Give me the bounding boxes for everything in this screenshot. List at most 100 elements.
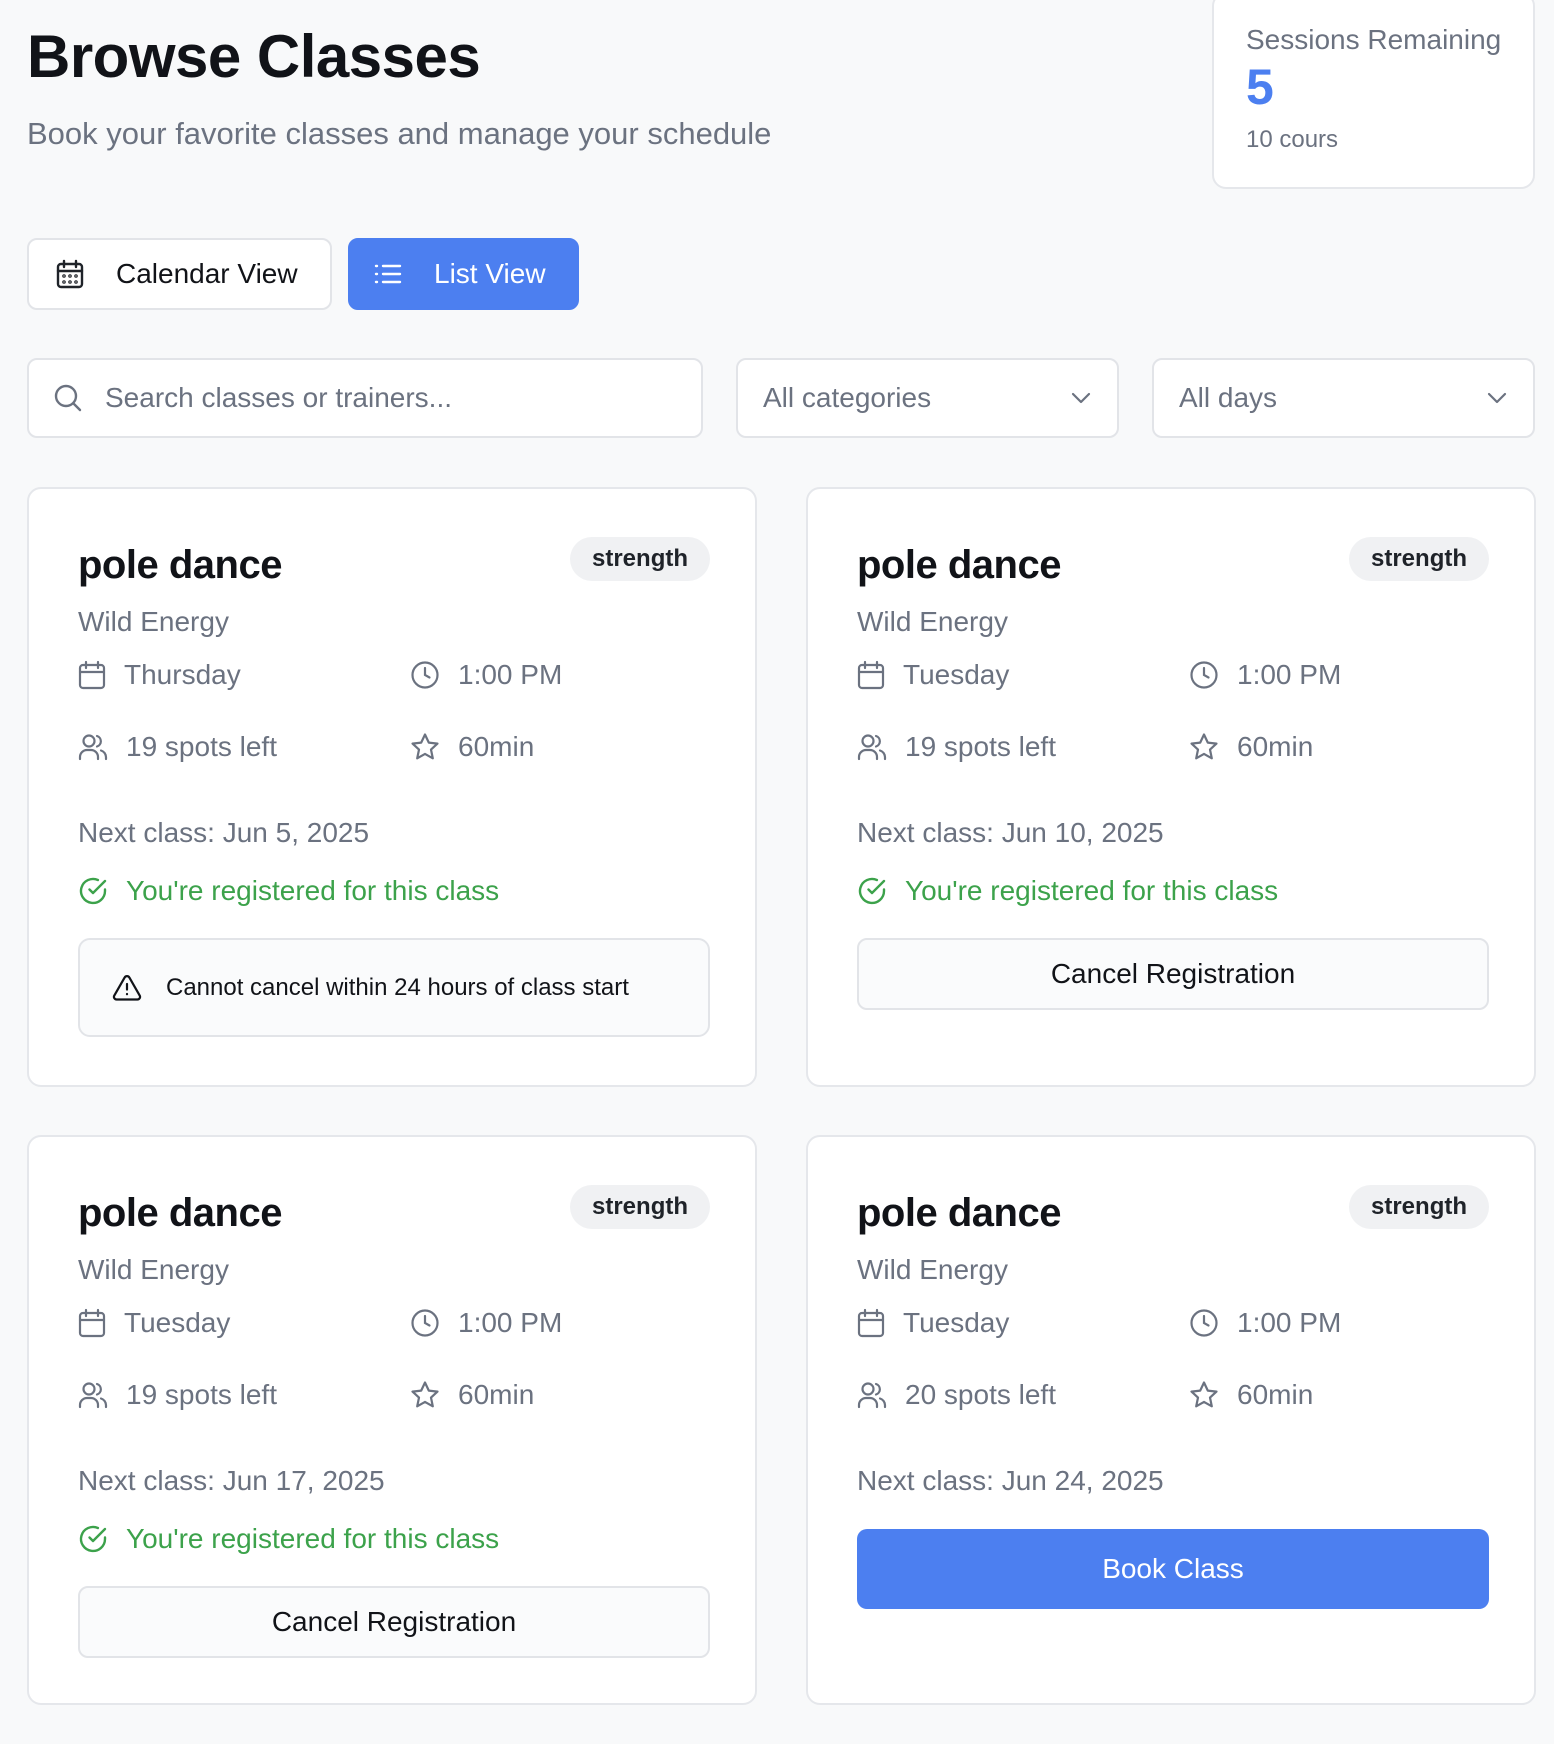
chevron-down-icon (1487, 392, 1507, 404)
clock-icon (411, 661, 439, 689)
registered-status-text: You're registered for this class (905, 875, 1279, 906)
class-spots: 19 spots left (857, 731, 1056, 763)
cancel-warning-text: Cannot cancel within 24 hours of class s… (166, 973, 629, 1001)
search-box (27, 358, 703, 438)
class-day-text: Thursday (124, 659, 241, 690)
category-badge: strength (1349, 1185, 1489, 1229)
class-duration: 60min (1189, 1379, 1313, 1411)
sessions-total: 10 cours (1246, 126, 1339, 153)
class-day-text: Tuesday (903, 1307, 1010, 1338)
day-select-value: All days (1179, 382, 1278, 413)
class-duration-text: 60min (1237, 731, 1314, 762)
class-time: 1:00 PM (410, 1307, 562, 1339)
registered-status: You're registered for this class (78, 875, 499, 907)
users-icon (78, 734, 108, 761)
class-card: pole dance strength Wild Energy Tuesday … (806, 1135, 1536, 1705)
calendar-icon (857, 660, 885, 690)
category-badge: strength (570, 537, 710, 581)
calendar-icon (56, 259, 84, 289)
calendar-view-label: Calendar View (116, 258, 298, 289)
next-class-date: Next class: Jun 24, 2025 (857, 1465, 1164, 1496)
clock-icon (411, 1309, 439, 1337)
class-spots: 19 spots left (78, 731, 277, 763)
next-class-date: Next class: Jun 5, 2025 (78, 817, 370, 848)
class-day: Thursday (78, 659, 241, 691)
category-select[interactable]: All categories (736, 358, 1119, 438)
class-duration: 60min (410, 731, 534, 763)
class-card: pole dance strength Wild Energy Tuesday … (806, 487, 1536, 1087)
cancel-warning: Cannot cancel within 24 hours of class s… (78, 938, 710, 1037)
trainer-name: Wild Energy (857, 1254, 1008, 1285)
page-title: Browse Classes (27, 23, 481, 90)
next-class-date: Next class: Jun 17, 2025 (78, 1465, 385, 1496)
clock-icon (1190, 661, 1218, 689)
calendar-icon (857, 1308, 885, 1338)
calendar-icon (78, 1308, 106, 1338)
class-time: 1:00 PM (410, 659, 562, 691)
category-select-value: All categories (763, 382, 932, 413)
class-day: Tuesday (78, 1307, 230, 1339)
chevron-down-icon (1071, 392, 1091, 404)
calendar-icon (78, 660, 106, 690)
class-spots-text: 19 spots left (905, 731, 1056, 762)
class-duration-text: 60min (1237, 1379, 1314, 1410)
page-subtitle: Book your favorite classes and manage yo… (27, 116, 772, 151)
class-name: pole dance (78, 1191, 282, 1235)
trainer-name: Wild Energy (857, 606, 1008, 637)
class-time-text: 1:00 PM (1237, 659, 1342, 690)
class-day: Tuesday (857, 659, 1009, 691)
list-view-label: List View (434, 258, 546, 289)
class-spots-text: 20 spots left (905, 1379, 1056, 1410)
class-time: 1:00 PM (1189, 1307, 1341, 1339)
users-icon (78, 1382, 108, 1409)
registered-status-text: You're registered for this class (126, 875, 500, 906)
cancel-registration-button[interactable]: Cancel Registration (78, 1586, 710, 1658)
category-badge: strength (570, 1185, 710, 1229)
book-class-button[interactable]: Book Class (857, 1529, 1489, 1609)
list-icon (374, 264, 402, 284)
star-icon (1190, 733, 1218, 760)
users-icon (857, 734, 887, 761)
alert-triangle-icon (112, 974, 142, 1001)
search-input[interactable] (105, 382, 665, 414)
class-card: pole dance strength Wild Energy Thursday… (27, 487, 757, 1087)
star-icon (411, 1381, 439, 1408)
class-day-text: Tuesday (903, 659, 1010, 690)
sessions-remaining-card: Sessions Remaining 5 10 cours (1212, 0, 1535, 189)
registered-status-text: You're registered for this class (126, 1523, 500, 1554)
class-name: pole dance (857, 1191, 1061, 1235)
class-duration-text: 60min (458, 1379, 535, 1410)
class-time: 1:00 PM (1189, 659, 1341, 691)
star-icon (1190, 1381, 1218, 1408)
class-day-text: Tuesday (124, 1307, 231, 1338)
next-class-date: Next class: Jun 10, 2025 (857, 817, 1164, 848)
search-icon (54, 384, 82, 412)
class-spots-text: 19 spots left (126, 1379, 277, 1410)
class-duration-text: 60min (458, 731, 535, 762)
class-name: pole dance (78, 543, 282, 587)
registered-status: You're registered for this class (857, 875, 1278, 907)
class-time-text: 1:00 PM (458, 659, 563, 690)
class-duration: 60min (410, 1379, 534, 1411)
class-spots-text: 19 spots left (126, 731, 277, 762)
class-spots: 20 spots left (857, 1379, 1056, 1411)
list-view-button[interactable]: List View (348, 238, 579, 310)
check-circle-icon (858, 877, 886, 905)
class-spots: 19 spots left (78, 1379, 277, 1411)
cancel-registration-button[interactable]: Cancel Registration (857, 938, 1489, 1010)
clock-icon (1190, 1309, 1218, 1337)
check-circle-icon (79, 1525, 107, 1553)
category-badge: strength (1349, 537, 1489, 581)
sessions-remaining-label: Sessions Remaining (1246, 24, 1502, 55)
users-icon (857, 1382, 887, 1409)
class-duration: 60min (1189, 731, 1313, 763)
class-time-text: 1:00 PM (1237, 1307, 1342, 1338)
star-icon (411, 733, 439, 760)
class-name: pole dance (857, 543, 1061, 587)
sessions-remaining-count: 5 (1246, 59, 1274, 115)
check-circle-icon (79, 877, 107, 905)
trainer-name: Wild Energy (78, 1254, 229, 1285)
class-card: pole dance strength Wild Energy Tuesday … (27, 1135, 757, 1705)
day-select[interactable]: All days (1152, 358, 1535, 438)
calendar-view-button[interactable]: Calendar View (27, 238, 332, 310)
